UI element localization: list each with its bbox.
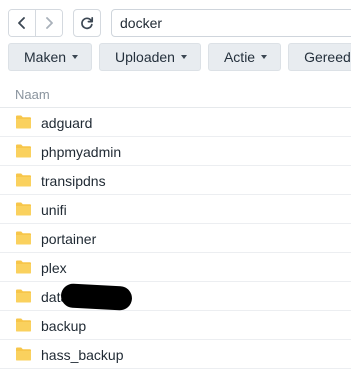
tools-menu-button[interactable]: Gereedschap [288,43,351,71]
folder-icon [16,202,31,216]
list-item-name: phpmyadmin [41,144,122,160]
caret-down-icon [261,55,268,59]
list-item[interactable]: backup [0,311,351,340]
action-menu-button[interactable]: Actie [207,43,282,71]
caret-down-icon [72,55,79,59]
list-item-name: adguard [41,115,93,131]
folder-icon [16,347,31,361]
list-item-name: backup [41,318,87,334]
refresh-button[interactable] [73,9,101,37]
action-menu-label: Actie [223,49,256,65]
chevron-left-icon [18,17,25,29]
list-item[interactable]: portainer [0,224,351,253]
back-button[interactable] [9,10,35,36]
list-item-name: unifi [41,202,67,218]
list-item-name: plex [41,260,67,276]
list-item[interactable]: hass_backup [0,340,351,369]
list-item-name: hass_backup [41,347,124,363]
forward-button[interactable] [35,10,62,36]
column-header-name[interactable]: Naam [15,87,50,102]
file-list: adguard phpmyadmin transipdns unifi port… [0,108,351,369]
folder-icon [16,173,31,187]
list-item[interactable]: transipdns [0,166,351,195]
folder-icon [16,289,31,303]
create-menu-button[interactable]: Maken [8,43,93,71]
list-item-name: portainer [41,231,97,247]
list-item[interactable]: unifi [0,195,351,224]
toolbar: Maken Uploaden Actie Gereedschap [8,43,351,71]
refresh-icon [81,16,94,30]
tools-menu-label: Gereedschap [304,49,351,65]
path-field[interactable]: docker [111,9,351,37]
folder-icon [16,115,31,129]
list-item[interactable]: phpmyadmin [0,137,351,166]
upload-menu-button[interactable]: Uploaden [99,43,201,71]
list-item[interactable]: data [0,282,351,311]
redaction-mark [60,283,133,311]
create-menu-label: Maken [24,49,67,65]
history-buttons [8,9,63,37]
column-header: Naam [0,80,351,108]
list-item[interactable]: adguard [0,108,351,137]
file-station-window: docker Maken Uploaden Actie Gereedschap … [0,0,351,384]
folder-icon [16,231,31,245]
list-item-name: transipdns [41,173,106,189]
caret-down-icon [180,55,187,59]
navigation-bar [8,8,101,38]
folder-icon [16,144,31,158]
upload-menu-label: Uploaden [115,49,175,65]
chevron-right-icon [46,17,53,29]
folder-icon [16,260,31,274]
folder-icon [16,318,31,332]
list-item[interactable]: plex [0,253,351,282]
